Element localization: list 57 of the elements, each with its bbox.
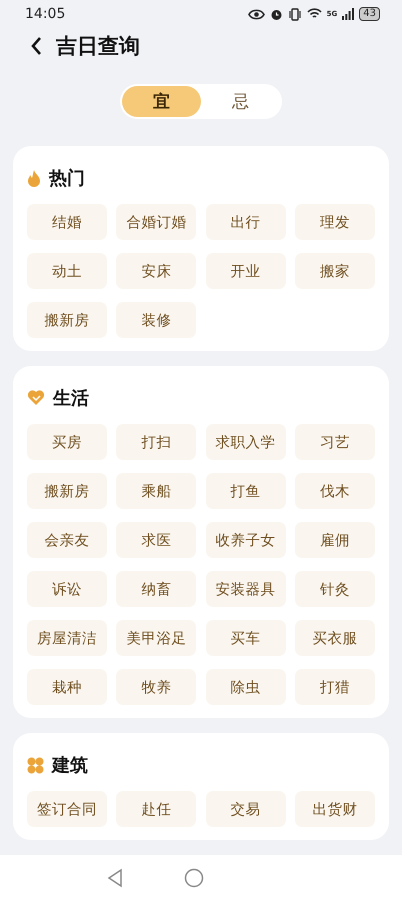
activity-chip[interactable]: 开业 (206, 253, 286, 289)
eye-icon (248, 8, 265, 20)
activity-chip[interactable]: 合婚订婚 (116, 204, 196, 240)
activity-chip[interactable]: 雇佣 (294, 522, 375, 558)
activity-chip[interactable]: 买衣服 (294, 620, 375, 656)
activity-chip[interactable]: 结婚 (27, 204, 107, 240)
activity-chip[interactable]: 会亲友 (27, 522, 107, 558)
activity-chip[interactable]: 纳畜 (116, 571, 196, 607)
activity-chip[interactable]: 牧养 (116, 669, 196, 705)
activity-chip[interactable]: 乘船 (116, 473, 196, 509)
activity-chip[interactable]: 交易 (206, 791, 286, 827)
tab[interactable]: 忌 (201, 86, 280, 117)
activity-chip[interactable]: 打猎 (294, 669, 375, 705)
alarm-icon (270, 8, 283, 21)
activity-chip[interactable]: 搬新房 (27, 473, 107, 509)
activity-chip[interactable]: 收养子女 (206, 522, 286, 558)
flame-icon (27, 170, 41, 186)
activity-chip[interactable]: 求医 (116, 522, 196, 558)
activity-chip[interactable]: 诉讼 (27, 571, 107, 607)
activity-chip[interactable]: 搬新房 (27, 302, 107, 338)
activity-chip[interactable]: 装修 (116, 302, 196, 338)
activity-chip[interactable]: 出行 (206, 204, 286, 240)
activity-chip[interactable]: 习艺 (294, 424, 375, 460)
activity-chip[interactable]: 赴任 (116, 791, 196, 827)
activity-chip[interactable]: 针灸 (294, 571, 375, 607)
activity-chip[interactable]: 打扫 (116, 424, 196, 460)
category-title: 热门 (49, 167, 85, 190)
heart-icon (27, 390, 45, 406)
activity-chip[interactable]: 打鱼 (206, 473, 286, 509)
page-title: 吉日查询 (56, 32, 140, 60)
status-time: 14:05 (25, 6, 66, 22)
activity-chip[interactable]: 除虫 (206, 669, 286, 705)
activity-chip[interactable]: 房屋清洁 (27, 620, 107, 656)
activity-chip[interactable]: 安床 (116, 253, 196, 289)
activity-chip[interactable]: 买车 (206, 620, 286, 656)
category-title: 生活 (53, 387, 89, 410)
activity-chip[interactable]: 搬家 (294, 253, 375, 289)
category-title: 建筑 (52, 754, 88, 777)
activity-chip[interactable]: 美甲浴足 (116, 620, 196, 656)
activity-chip[interactable]: 出货财 (294, 791, 375, 827)
battery-level: 43 (359, 7, 380, 22)
activity-chip[interactable]: 买房 (27, 424, 107, 460)
activity-chip[interactable]: 动土 (27, 253, 107, 289)
activity-chip[interactable]: 签订合同 (27, 791, 107, 827)
back-button[interactable] (30, 36, 42, 56)
tab[interactable]: 宜 (122, 86, 201, 117)
wifi-icon (306, 8, 322, 20)
signal-icon (342, 8, 354, 20)
back-nav-button[interactable] (106, 868, 124, 888)
activity-chip[interactable]: 栽种 (27, 669, 107, 705)
vibrate-icon (288, 8, 302, 21)
activity-chip[interactable]: 安装器具 (206, 571, 286, 607)
home-nav-button[interactable] (184, 868, 204, 888)
clover-icon (27, 756, 44, 774)
activity-chip[interactable]: 求职入学 (206, 424, 286, 460)
activity-chip[interactable]: 伐木 (294, 473, 375, 509)
activity-chip[interactable]: 理发 (294, 204, 375, 240)
